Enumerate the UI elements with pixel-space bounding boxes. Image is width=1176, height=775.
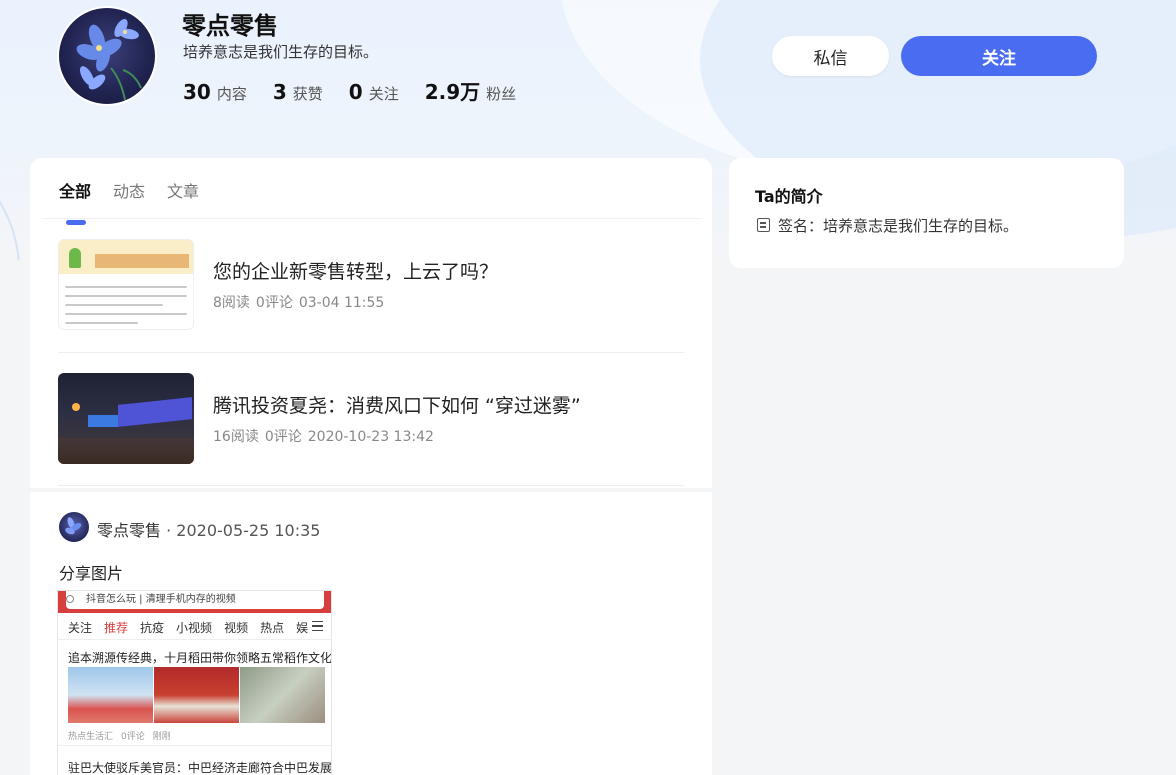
tab-all[interactable]: 全部: [59, 178, 91, 225]
article-thumbnail[interactable]: [58, 373, 194, 464]
shared-meta: 热点生活汇 0评论 刚刚: [68, 732, 171, 742]
divider: [42, 218, 702, 219]
article-title[interactable]: 腾讯投资夏尧：消费风口下如何 “穿过迷雾”: [213, 391, 581, 418]
content-tabs: 全部 动态 文章: [59, 178, 221, 225]
stat-label: 关注: [368, 85, 399, 103]
stat-number: 2.9万: [424, 80, 481, 104]
article-meta: 8阅读 0评论 03-04 11:55: [213, 292, 390, 312]
content-card: 全部 动态 文章 您的企业新零售转型，上云了吗？ 8阅读 0评论 03-04 11:…: [30, 158, 712, 488]
stat-number: 30: [183, 80, 211, 104]
post-author-line: 零点零售 · 2020-05-25 10:35: [97, 517, 320, 541]
message-button[interactable]: 私信: [772, 36, 889, 76]
comment-count: 0评论: [255, 295, 293, 311]
menu-icon: [312, 621, 323, 631]
stat-following[interactable]: 0 关注: [349, 80, 399, 104]
shared-headline: 驻巴大使驳斥美官员：中巴经济走廊符合中巴发展: [68, 761, 332, 775]
flower-avatar-image: [65, 517, 82, 535]
flower-avatar-image: [76, 18, 142, 101]
shared-search-bar: 抖音怎么玩 | 清理手机内存的视频: [66, 591, 324, 609]
feed-post: 零点零售 · 2020-05-25 10:35 分享图片 抖音怎么玩 | 清理手…: [30, 492, 712, 775]
divider: [58, 352, 684, 353]
profile-name: 零点零售: [182, 12, 278, 40]
stat-number: 3: [272, 80, 287, 104]
intro-title: Ta的简介: [755, 187, 823, 206]
profile-intro-card: Ta的简介 签名：培养意志是我们生存的目标。: [729, 158, 1124, 268]
follow-button[interactable]: 关注: [901, 36, 1097, 76]
post-text: 分享图片: [59, 564, 124, 583]
read-count: 8阅读: [213, 295, 250, 311]
profile-stats: 30 内容 3 获赞 0 关注 2.9万 粉丝: [183, 76, 542, 105]
profile-bio: 培养意志是我们生存的目标。: [183, 43, 379, 61]
shared-nav: 关注 推荐 抗疫 小视频 视频 热点 娱: [68, 621, 309, 635]
stat-label: 获赞: [292, 85, 323, 103]
divider: [58, 485, 684, 486]
stat-label: 粉丝: [486, 85, 517, 103]
stat-number: 0: [348, 80, 363, 104]
comment-count: 0评论: [264, 429, 302, 445]
publish-time: 2020-10-23 13:42: [307, 429, 434, 445]
author-avatar[interactable]: [59, 512, 89, 542]
publish-time: 03-04 11:55: [298, 295, 385, 311]
stat-likes: 3 获赞: [273, 80, 323, 104]
banner-decoration: [0, 120, 20, 260]
document-icon: [757, 218, 770, 232]
stat-followers[interactable]: 2.9万 粉丝: [425, 76, 516, 105]
read-count: 16阅读: [213, 429, 259, 445]
stat-label: 内容: [216, 85, 247, 103]
intro-signature: 签名：培养意志是我们生存的目标。: [778, 217, 1019, 235]
article-meta: 16阅读 0评论 2020-10-23 13:42: [213, 426, 440, 446]
tab-articles[interactable]: 文章: [167, 178, 199, 212]
stat-content[interactable]: 30 内容: [183, 80, 247, 104]
tab-updates[interactable]: 动态: [113, 178, 145, 212]
search-icon: [66, 595, 74, 603]
shared-image[interactable]: 抖音怎么玩 | 清理手机内存的视频 关注 推荐 抗疫 小视频 视频 热点 娱 追…: [57, 590, 332, 775]
avatar[interactable]: [57, 6, 157, 106]
article-title[interactable]: 您的企业新零售转型，上云了吗？: [213, 257, 498, 284]
article-item[interactable]: 您的企业新零售转型，上云了吗？ 8阅读 0评论 03-04 11:55: [58, 239, 684, 330]
post-time: · 2020-05-25 10:35: [166, 521, 321, 540]
article-item[interactable]: 腾讯投资夏尧：消费风口下如何 “穿过迷雾” 16阅读 0评论 2020-10-23 …: [58, 373, 684, 464]
shared-headline: 追本溯源传经典，十月稻田带你领略五常稻作文化: [68, 651, 332, 665]
article-thumbnail[interactable]: [58, 239, 194, 330]
post-author-name[interactable]: 零点零售: [97, 521, 161, 540]
shared-photos: [68, 667, 326, 723]
